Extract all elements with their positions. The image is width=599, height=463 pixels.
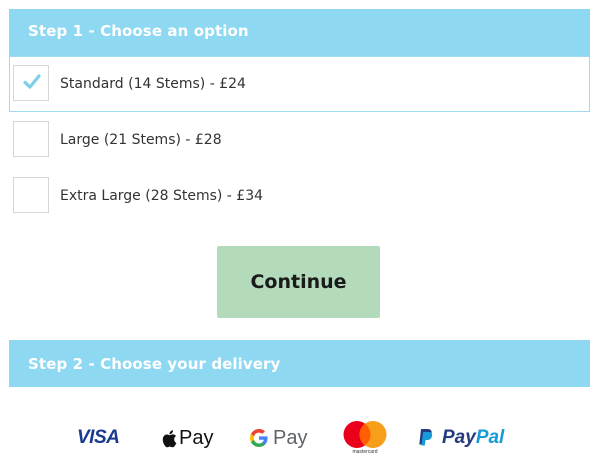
option-extra-large-checkbox[interactable]: [13, 177, 49, 213]
apple-icon: [162, 429, 177, 447]
option-standard[interactable]: Standard (14 Stems) - £24: [9, 56, 590, 112]
option-list: Standard (14 Stems) - £24 Large (21 Stem…: [9, 56, 590, 224]
checkmark-icon: [23, 74, 41, 89]
step2-header[interactable]: Step 2 - Choose your delivery: [9, 340, 590, 387]
google-pay-text: Pay: [273, 426, 308, 449]
option-standard-label: Standard (14 Stems) - £24: [60, 76, 246, 92]
option-extra-large-label: Extra Large (28 Stems) - £34: [60, 188, 264, 204]
step1-title: Step 1 - Choose an option: [28, 22, 249, 40]
mastercard-text: mastercard: [352, 449, 378, 455]
option-standard-checkbox[interactable]: [13, 65, 49, 101]
paypal-text-pay: Pay: [442, 427, 476, 448]
google-g-icon: [250, 429, 268, 447]
product-options-page: Step 1 - Choose an option Standard (14 S…: [0, 0, 599, 463]
continue-button[interactable]: Continue: [217, 246, 380, 318]
visa-logo: VISA: [77, 418, 120, 458]
option-extra-large[interactable]: Extra Large (28 Stems) - £34: [9, 168, 590, 224]
google-pay-logo: Pay: [250, 418, 307, 458]
paypal-logo: Pay Pal: [416, 418, 504, 458]
option-large-label: Large (21 Stems) - £28: [60, 132, 222, 148]
option-large[interactable]: Large (21 Stems) - £28: [9, 112, 590, 168]
paypal-text-pal: Pal: [475, 427, 505, 448]
mastercard-logo: mastercard: [342, 418, 388, 458]
payment-methods: VISA Pay Pay mastercard Pay Pal: [0, 418, 599, 458]
apple-pay-logo: Pay: [161, 418, 213, 458]
apple-pay-text: Pay: [179, 426, 214, 449]
mastercard-circles-icon: [343, 421, 387, 448]
visa-text: VISA: [77, 427, 120, 448]
paypal-icon: [419, 428, 433, 445]
step1-header[interactable]: Step 1 - Choose an option: [9, 9, 590, 56]
option-large-checkbox[interactable]: [13, 121, 49, 157]
step2-title: Step 2 - Choose your delivery: [28, 355, 281, 373]
